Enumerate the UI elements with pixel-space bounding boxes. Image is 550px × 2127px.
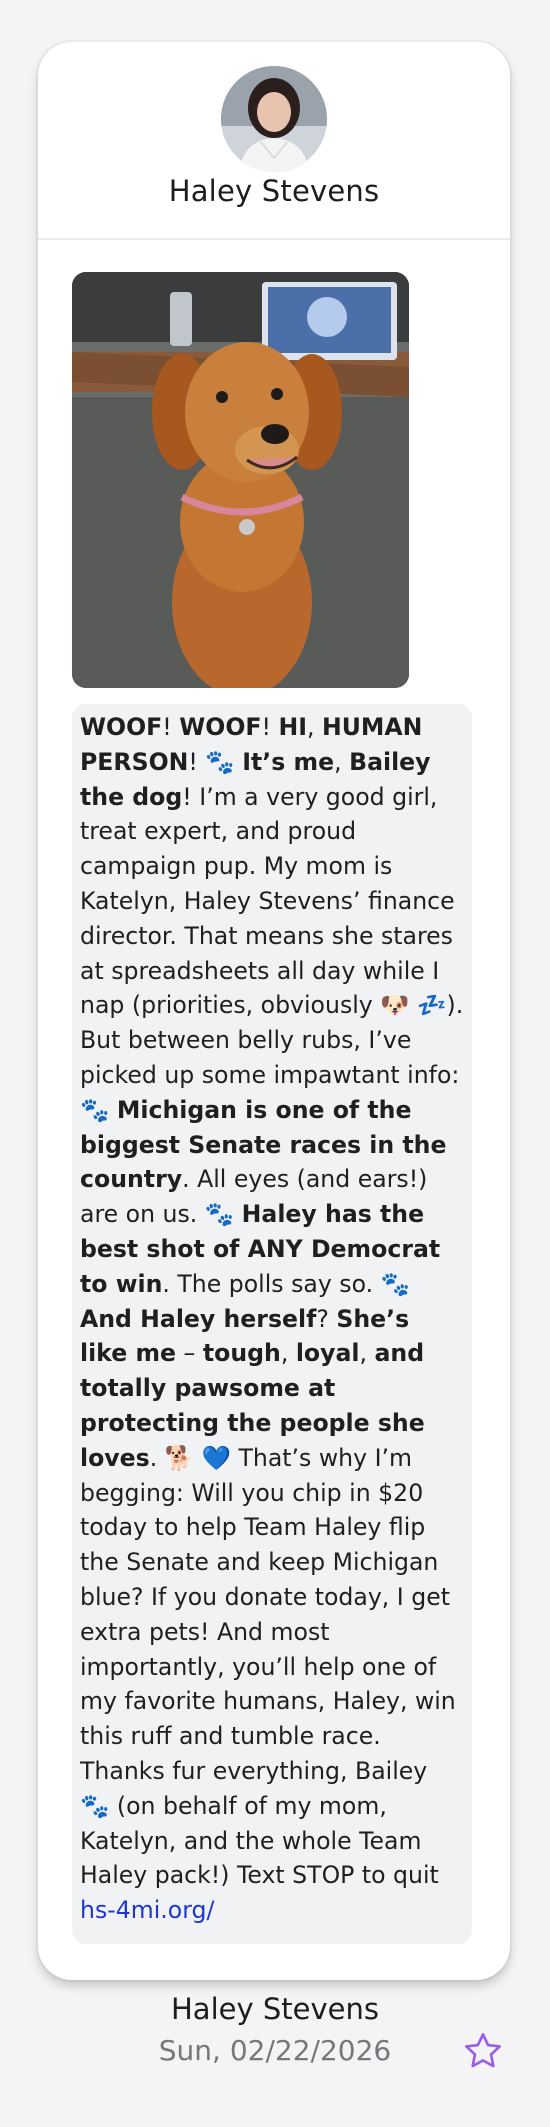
message-plain-text: ! I’m a very good girl, treat expert, an…	[80, 782, 464, 1124]
message-bold-text: WOOF	[179, 713, 262, 741]
message-bold-text: HI	[278, 713, 307, 741]
message-link[interactable]: hs-4mi.org/	[80, 1893, 464, 1928]
message-plain-text: –	[176, 1339, 203, 1368]
message-card: Haley Stevens WOOF! WOOF! HI, HUMAN PERS…	[38, 42, 510, 1980]
message-bold-text: It’s me	[242, 747, 335, 776]
message-plain-text: ,	[280, 1339, 296, 1368]
contact-header: Haley Stevens	[38, 42, 510, 240]
message-bubble: WOOF! WOOF! HI, HUMAN PERSON! 🐾 It’s me,…	[72, 704, 472, 1944]
footer-contact-name: Haley Stevens	[171, 1992, 379, 2026]
message-plain-text: ,	[334, 747, 350, 776]
star-outline-icon[interactable]	[462, 2030, 504, 2072]
message-plain-text: !	[261, 713, 279, 741]
message-plain-text: !	[162, 713, 180, 741]
contact-name: Haley Stevens	[168, 174, 380, 208]
message-bold-text: WOOF	[80, 713, 163, 741]
message-plain-text: . 🐕 💙 That’s why I’m begging: Will you c…	[80, 1443, 456, 1890]
avatar[interactable]	[221, 66, 327, 172]
message-plain-text: ,	[307, 713, 322, 741]
message-bold-text: tough	[202, 1339, 281, 1368]
dog-photo[interactable]	[72, 272, 409, 688]
message-plain-text: . The polls say so. 🐾	[162, 1269, 410, 1298]
message-plain-text: ?	[316, 1304, 337, 1333]
message-bold-text: loyal	[295, 1339, 360, 1368]
message-plain-text: ! 🐾	[188, 747, 243, 776]
message-bold-text: And Haley herself	[80, 1304, 317, 1333]
message-text: WOOF! WOOF! HI, HUMAN PERSON! 🐾 It’s me,…	[80, 713, 463, 1889]
message-plain-text: ,	[359, 1339, 375, 1368]
